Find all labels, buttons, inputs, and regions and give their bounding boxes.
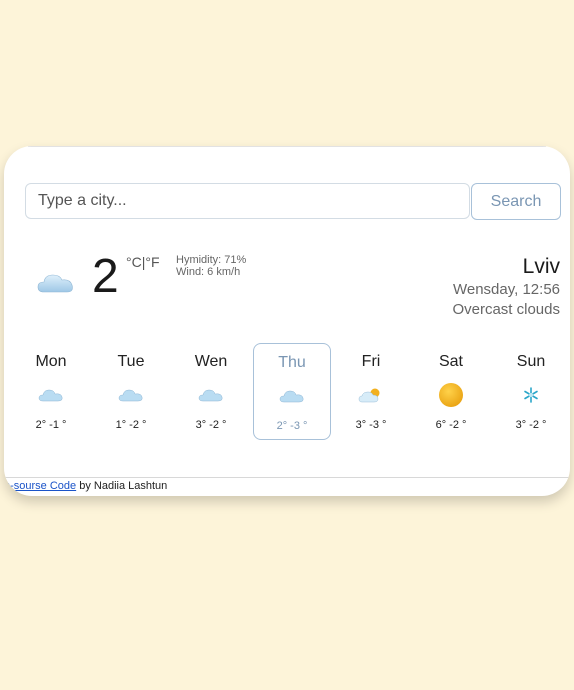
day-temps: 2° -3 ° [276,420,308,432]
forecast-day-sun[interactable]: Sun 3° -2 ° [492,343,570,440]
sun-icon [412,381,490,409]
card-top-divider [28,146,546,147]
forecast: Mon 2° -1 ° Tue 1° -2 ° Wen 3° -2 ° Thu [12,343,568,443]
day-temps: 6° -2 ° [435,419,467,431]
footer: n-sourse Code by Nadiia Lashtun [4,480,167,492]
day-name: Sat [438,353,463,370]
day-temps: 3° -3 ° [355,419,387,431]
source-code-link[interactable]: n-sourse Code [4,480,76,492]
cloud-icon [36,270,76,299]
current-temperature: 2 [92,250,119,303]
forecast-day-thu[interactable]: Thu 2° -3 ° [253,343,331,440]
search-form: Search [25,183,561,221]
cloud-icon [172,381,250,409]
current-weather: 2 °C|°F Hymidity: 71% Wind: 6 km/h Lviv … [4,246,570,336]
snowflake-icon [492,381,570,409]
cloud-sun-icon [332,381,410,409]
forecast-day-wen[interactable]: Wen 3° -2 ° [172,343,250,440]
forecast-day-tue[interactable]: Tue 1° -2 ° [92,343,170,440]
cloud-icon [12,381,90,409]
weather-details: Hymidity: 71% Wind: 6 km/h [176,254,246,278]
fahrenheit-link[interactable]: °F [145,254,159,270]
cloud-icon [254,382,330,410]
footer-divider [4,477,570,478]
date-time: Wensday, 12:56 [452,281,560,298]
cloud-icon [92,381,170,409]
day-temps: 2° -1 ° [35,419,67,431]
day-name: Wen [194,353,228,370]
city-search-input[interactable] [25,183,470,219]
day-name: Fri [361,353,381,370]
wind-text: Wind: 6 km/h [176,266,241,278]
forecast-day-sat[interactable]: Sat 6° -2 ° [412,343,490,440]
day-name: Tue [117,353,145,370]
day-temps: 3° -2 ° [195,419,227,431]
forecast-day-mon[interactable]: Mon 2° -1 ° [12,343,90,440]
unit-toggle: °C|°F [126,254,160,270]
weather-card: Search 2 °C|°F Hymidity: 71% Wind: 6 km/… [4,146,570,496]
location-info: Lviv Wensday, 12:56 Overcast clouds [452,254,560,320]
weather-description: Overcast clouds [452,301,560,318]
day-temps: 1° -2 ° [115,419,147,431]
day-temps: 3° -2 ° [515,419,547,431]
day-name: Thu [278,354,306,371]
city-name: Lviv [522,255,560,278]
author-credit: by Nadiia Lashtun [76,480,168,492]
day-name: Mon [35,353,67,370]
day-name: Sun [516,353,546,370]
search-button[interactable]: Search [471,183,561,220]
celsius-link[interactable]: °C [126,254,142,270]
humidity-text: Hymidity: 71% [176,254,247,266]
forecast-day-fri[interactable]: Fri 3° -3 ° [332,343,410,440]
